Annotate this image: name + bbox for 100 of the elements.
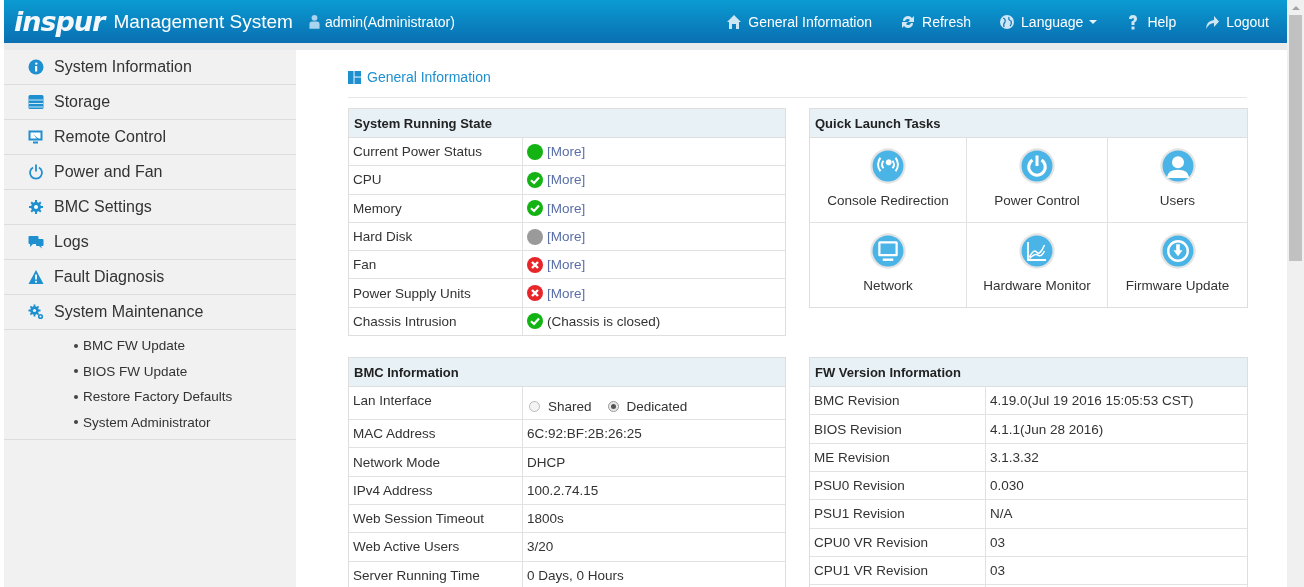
quick-launch-tile[interactable]: Console Redirection xyxy=(810,138,967,223)
sidebar-item[interactable]: Fault Diagnosis xyxy=(4,260,296,295)
globe-icon xyxy=(999,13,1016,30)
refresh-icon xyxy=(900,13,917,30)
nav-link[interactable]: Help xyxy=(1125,13,1177,30)
quick-launch-tile[interactable]: Network xyxy=(810,223,967,307)
table-cell: Web Active Users xyxy=(349,533,523,561)
info-icon xyxy=(28,59,44,75)
grid-icon xyxy=(348,70,361,84)
table-cell: PSU0 Revision xyxy=(810,471,986,500)
sidebar-subitem[interactable]: BMC FW Update xyxy=(83,338,186,354)
table-cell: CPU1 VR Revision xyxy=(810,556,986,585)
table-cell: ME Revision xyxy=(810,443,986,471)
table-cell-text: 1800s xyxy=(526,510,565,529)
user-icon xyxy=(1159,148,1196,184)
table-cell: BMC Revision xyxy=(810,387,986,415)
page-title: General Information xyxy=(367,69,491,85)
table-cell: Server Running Time xyxy=(349,561,523,587)
sidebar-subitem[interactable]: BIOS FW Update xyxy=(83,363,188,379)
table-cell-text: 0 Days, 0 Hours xyxy=(526,566,625,585)
nav-link[interactable]: Logout xyxy=(1204,13,1269,30)
storage-icon xyxy=(28,94,44,110)
table-cell-text: 4.1.1(Jun 28 2016) xyxy=(989,420,1105,439)
table-cell-text: 4.19.0(Jul 19 2016 15:05:53 CST) xyxy=(989,392,1195,411)
monitor-icon xyxy=(28,129,44,145)
quick-launch-tile[interactable]: Hardware Monitor xyxy=(967,223,1108,307)
more-link[interactable]: [More] xyxy=(547,285,586,301)
app-title: Management System xyxy=(113,10,293,33)
scrollbar-thumb[interactable] xyxy=(1289,15,1302,261)
more-link[interactable]: [More] xyxy=(547,257,586,273)
table-cell: Lan Interface xyxy=(349,387,523,420)
sidebar-item[interactable]: System Information xyxy=(4,50,296,85)
power-icon xyxy=(28,164,44,180)
table-cell: Memory xyxy=(349,194,523,222)
nav-link[interactable]: Language xyxy=(999,13,1098,30)
logo: inspur xyxy=(14,6,105,37)
radio-option[interactable]: Dedicated xyxy=(607,398,688,414)
sidebar-item[interactable]: Logs xyxy=(4,225,296,260)
table-cell-text: N/A xyxy=(989,505,1014,524)
wireless-icon xyxy=(870,148,906,184)
scrollbar[interactable] xyxy=(1287,0,1304,587)
table-cell: Chassis Intrusion xyxy=(349,307,523,336)
table-cell-text: 100.2.74.15 xyxy=(526,481,600,500)
line-chart-icon xyxy=(1019,233,1055,269)
quick-launch-tile[interactable]: Users xyxy=(1108,138,1247,223)
table-cell-text: 03 xyxy=(989,533,1007,552)
sidebar-item[interactable]: System Maintenance xyxy=(4,295,296,330)
panel-title: Quick Launch Tasks xyxy=(810,109,1247,138)
table-cell: Current Power Status xyxy=(349,138,523,166)
sidebar-item[interactable]: Power and Fan xyxy=(4,155,296,190)
quick-launch-tile[interactable]: Power Control xyxy=(967,138,1108,223)
sidebar-subitem[interactable]: Restore Factory Defaults xyxy=(83,389,233,405)
more-link[interactable]: [More] xyxy=(547,200,586,216)
power-icon xyxy=(1019,148,1055,184)
gear-icon xyxy=(28,199,44,215)
monitor-icon xyxy=(870,233,906,269)
table-cell: IPv4 Address xyxy=(349,476,523,504)
sidebar-item[interactable]: BMC Settings xyxy=(4,190,296,225)
table-cell: PSU1 Revision xyxy=(810,500,986,528)
bullet-icon xyxy=(74,394,78,399)
nav-link[interactable]: General Information xyxy=(726,13,873,30)
table-cell-text: 3/20 xyxy=(526,538,555,557)
table-cell-text: DHCP xyxy=(526,453,567,472)
table-cell-text: 0.030 xyxy=(989,477,1025,496)
table-cell-text: 3.1.3.32 xyxy=(989,448,1040,467)
table-cell: CPU xyxy=(349,166,523,194)
panel-title: FW Version Information xyxy=(810,358,1247,388)
bullet-icon xyxy=(74,369,78,374)
home-icon xyxy=(726,13,743,30)
table-cell: MAC Address xyxy=(349,420,523,448)
table-cell: Network Mode xyxy=(349,448,523,476)
table-cell: Power Supply Units xyxy=(349,279,523,307)
table-cell: Web Session Timeout xyxy=(349,504,523,533)
user-icon xyxy=(308,14,320,29)
user-name: admin(Administrator) xyxy=(324,13,455,30)
table-cell-text: 03 xyxy=(989,562,1007,580)
bullet-icon xyxy=(74,343,78,348)
more-link[interactable]: [More] xyxy=(547,144,586,160)
table-cell-text: 6C:92:BF:2B:26:25 xyxy=(526,425,643,444)
nav-link[interactable]: Refresh xyxy=(900,13,972,30)
quick-launch-tile[interactable]: Firmware Update xyxy=(1108,223,1247,307)
table-cell: BIOS Revision xyxy=(810,415,986,443)
sidebar-item[interactable]: Storage xyxy=(4,85,296,120)
warning-icon xyxy=(28,269,44,285)
bullet-icon xyxy=(74,420,78,425)
sidebar-item[interactable]: Remote Control xyxy=(4,120,296,155)
status-text: (Chassis is closed) xyxy=(547,313,661,329)
radio-option[interactable]: Shared xyxy=(529,398,592,414)
sidebar-subitem[interactable]: System Administrator xyxy=(83,414,211,430)
table-cell: Fan xyxy=(349,251,523,279)
gears-icon xyxy=(28,304,44,320)
more-link[interactable]: [More] xyxy=(547,229,586,245)
table-cell: CPU0 VR Revision xyxy=(810,528,986,556)
chat-icon xyxy=(28,234,44,250)
more-link[interactable]: [More] xyxy=(547,172,586,188)
panel-title: BMC Information xyxy=(349,358,785,388)
panel-title: System Running State xyxy=(349,109,785,138)
scroll-up-icon[interactable] xyxy=(1291,6,1300,10)
table-cell: Hard Disk xyxy=(349,222,523,251)
download-icon xyxy=(1159,233,1196,269)
